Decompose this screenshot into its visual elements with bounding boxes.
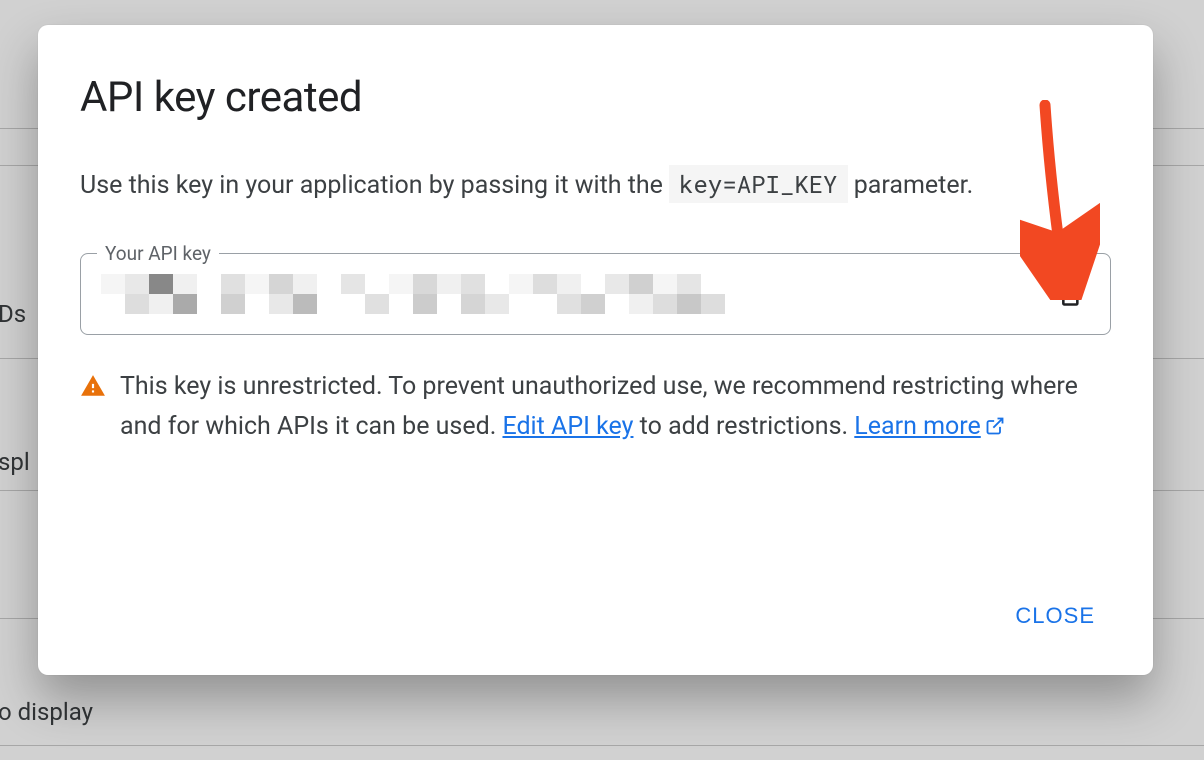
close-button[interactable]: CLOSE xyxy=(999,593,1111,639)
dialog-title: API key created xyxy=(80,73,1111,122)
learn-more-link[interactable]: Learn more xyxy=(854,412,1004,441)
api-key-field: Your API key xyxy=(80,253,1111,335)
copy-api-key-button[interactable] xyxy=(1046,272,1090,316)
external-link-icon xyxy=(985,416,1005,436)
copy-icon xyxy=(1054,280,1082,308)
warning-icon xyxy=(80,373,106,399)
code-param: key=API_KEY xyxy=(669,165,847,203)
api-key-value[interactable] xyxy=(101,274,1046,314)
warning-message: This key is unrestricted. To prevent una… xyxy=(80,367,1111,447)
description-post: parameter. xyxy=(854,171,973,200)
api-key-created-dialog: API key created Use this key in your app… xyxy=(38,25,1153,675)
edit-api-key-link[interactable]: Edit API key xyxy=(502,412,633,441)
api-key-field-label: Your API key xyxy=(97,242,219,265)
warning-text: This key is unrestricted. To prevent una… xyxy=(120,367,1111,447)
learn-more-label: Learn more xyxy=(854,412,980,441)
dialog-description: Use this key in your application by pass… xyxy=(80,166,1111,205)
api-key-redacted xyxy=(101,274,801,314)
description-pre: Use this key in your application by pass… xyxy=(80,171,669,200)
dialog-actions: CLOSE xyxy=(80,593,1111,639)
warning-text-2: to add restrictions. xyxy=(633,412,854,441)
